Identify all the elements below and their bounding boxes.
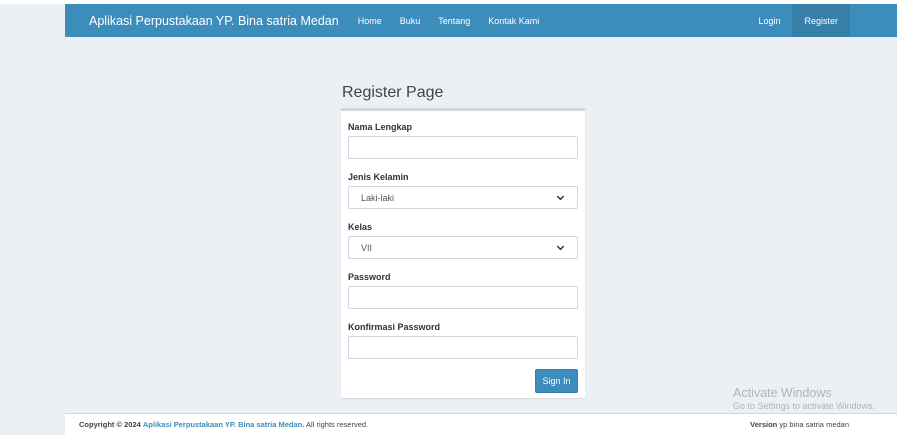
konfirmasi-password-label: Konfirmasi Password	[348, 322, 441, 332]
copyright-suffix: All rights reserved.	[306, 420, 369, 429]
copyright: Copyright © 2024 Aplikasi Perpustakaan Y…	[79, 420, 368, 429]
nav-link-register[interactable]: Register	[792, 4, 850, 37]
version-label: Version	[750, 420, 778, 429]
copyright-prefix: Copyright © 2024	[79, 420, 141, 429]
nav-link-tentang[interactable]: Tentang	[429, 4, 479, 37]
watermark-subtitle: Go to Settings to activate Windows.	[733, 401, 876, 411]
register-form-card: Nama Lengkap Jenis Kelamin Laki-laki Kel…	[341, 108, 585, 398]
password-label: Password	[348, 272, 391, 282]
copyright-link[interactable]: Aplikasi Perpustakaan YP. Bina satria Me…	[143, 420, 304, 429]
activate-windows-watermark: Activate Windows Go to Settings to activ…	[733, 386, 875, 412]
chevron-down-icon	[556, 243, 565, 252]
nav-link-login[interactable]: Login	[746, 4, 792, 37]
footer: Copyright © 2024 Aplikasi Perpustakaan Y…	[65, 413, 897, 435]
version-value: yp bina satria medan	[779, 420, 849, 429]
konfirmasi-password-input[interactable]	[348, 336, 578, 359]
sign-in-button[interactable]: Sign In	[535, 369, 578, 393]
nav-link-home[interactable]: Home	[349, 4, 391, 37]
nav-link-kontak-kami[interactable]: Kontak Kami	[479, 4, 548, 37]
kelas-select[interactable]: VII	[348, 236, 578, 259]
jenis-kelamin-selected: Laki-laki	[361, 192, 395, 203]
jenis-kelamin-select[interactable]: Laki-laki	[348, 186, 578, 209]
navbar-brand[interactable]: Aplikasi Perpustakaan YP. Bina satria Me…	[89, 14, 339, 28]
navbar: Aplikasi Perpustakaan YP. Bina satria Me…	[65, 4, 897, 37]
watermark-title: Activate Windows	[733, 386, 832, 400]
jenis-kelamin-label: Jenis Kelamin	[348, 172, 409, 182]
password-input[interactable]	[348, 286, 578, 309]
navbar-right: Login Register	[746, 4, 850, 37]
kelas-label: Kelas	[348, 222, 373, 232]
nama-lengkap-label: Nama Lengkap	[348, 122, 413, 132]
page-title: Register Page	[342, 84, 444, 101]
nama-lengkap-input[interactable]	[348, 136, 578, 159]
version-info: Version yp bina satria medan	[750, 420, 849, 429]
nav-link-buku[interactable]: Buku	[391, 4, 430, 37]
kelas-selected: VII	[361, 242, 373, 253]
chevron-down-icon	[556, 193, 565, 202]
